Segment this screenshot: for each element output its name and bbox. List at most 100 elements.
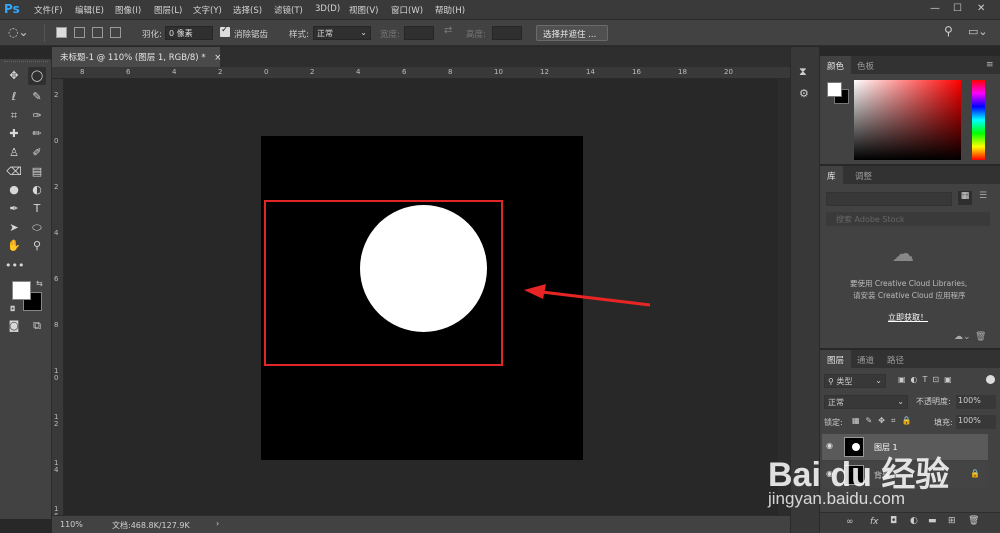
creative-cloud-icon: ☁	[892, 242, 914, 267]
menu-window[interactable]: 窗口(W)	[391, 4, 423, 16]
status-arrow-icon[interactable]: ›	[216, 519, 219, 528]
default-colors-icon[interactable]: ◘	[10, 305, 16, 313]
panel-menu-icon[interactable]: ≡	[986, 60, 994, 70]
h-ruler-label: 2	[218, 68, 223, 76]
menu-type[interactable]: 文字(Y)	[193, 4, 222, 16]
healing-brush-tool-icon[interactable]: ✚	[5, 125, 23, 143]
path-select-tool-icon[interactable]: ➤	[5, 219, 23, 237]
fg-swatch[interactable]	[827, 82, 842, 97]
opacity-field[interactable]: 100%	[956, 395, 996, 409]
menu-3d[interactable]: 3D(D)	[315, 4, 340, 14]
document-tab[interactable]: 未标题-1 @ 110% (图层 1, RGB/8) * ×	[52, 47, 221, 67]
layer-filter-icons[interactable]: ▣◐T⊡▣	[898, 375, 957, 384]
menu-edit[interactable]: 编辑(E)	[75, 4, 104, 16]
close-button[interactable]: ✕	[977, 3, 985, 14]
fill-field[interactable]: 100%	[956, 415, 996, 429]
menu-file[interactable]: 文件(F)	[34, 4, 63, 16]
tab-close-icon[interactable]: ×	[214, 53, 221, 63]
more-tools-icon[interactable]: •••	[5, 257, 24, 275]
toolbar-grip	[4, 61, 48, 65]
menu-help[interactable]: 帮助(H)	[435, 4, 465, 16]
tab-adjustments[interactable]: 调整	[848, 166, 879, 184]
library-cloud-icon[interactable]: ☁⌄	[954, 332, 971, 342]
library-select[interactable]	[826, 192, 952, 206]
feather-label: 羽化:	[142, 30, 162, 40]
height-field[interactable]	[492, 26, 522, 40]
quick-mask-icon[interactable]: ◙	[5, 317, 23, 335]
swap-colors-icon[interactable]: ⇆	[36, 279, 43, 288]
grid-view-icon[interactable]: ▦	[958, 191, 972, 205]
eyedropper-tool-icon[interactable]: ✑	[28, 107, 46, 125]
baidu-watermark: Bai du 经验 jingyan.baidu.com	[760, 443, 1000, 533]
pen-tool-icon[interactable]: ✒	[5, 200, 23, 218]
crop-tool-icon[interactable]: ⌗	[5, 107, 23, 125]
layer-filter-select[interactable]: ⚲ 类型 ⌄	[824, 374, 886, 388]
hand-tool-icon[interactable]: ✋	[5, 237, 23, 255]
options-bar: ◌⌄ 羽化: 0 像素 ✓ 消除锯齿 样式: 正常 ⌄ 宽度: ⇄ 高度: 选择并…	[0, 20, 1000, 46]
tab-swatches[interactable]: 色板	[850, 56, 881, 74]
hue-slider[interactable]	[972, 80, 985, 160]
swap-icon[interactable]: ⇄	[444, 25, 452, 36]
screen-mode-icon[interactable]: ⧉	[28, 317, 46, 335]
eraser-tool-icon[interactable]: ⌫	[5, 163, 23, 181]
width-field[interactable]	[404, 26, 434, 40]
color-picker-field[interactable]	[854, 80, 961, 160]
color-panel: 颜色 色板 ≡	[820, 56, 1000, 164]
new-selection-icon[interactable]	[56, 27, 67, 38]
minimize-button[interactable]: —	[930, 3, 940, 14]
ellipse-marquee-preset-icon[interactable]: ◌⌄	[8, 25, 29, 39]
tab-channels[interactable]: 通道	[850, 350, 881, 368]
h-ruler-label: 10	[494, 68, 503, 76]
h-ruler-label: 6	[126, 68, 131, 76]
tab-libraries[interactable]: 库	[820, 166, 843, 184]
get-it-now-link[interactable]: 立即获取！	[888, 312, 928, 323]
zoom-level[interactable]: 110%	[60, 520, 83, 529]
add-selection-icon[interactable]	[74, 27, 85, 38]
dodge-tool-icon[interactable]: ◐	[28, 181, 46, 199]
clone-stamp-tool-icon[interactable]: ♙	[5, 144, 23, 162]
blend-mode-select[interactable]: 正常 ⌄	[824, 395, 908, 409]
move-tool-icon[interactable]: ✥	[5, 67, 23, 85]
history-panel-icon[interactable]: ⧗	[799, 65, 807, 79]
antialias-checkbox[interactable]: ✓	[220, 25, 230, 37]
search-icon[interactable]: ⚲	[944, 24, 953, 38]
list-view-icon[interactable]: ☰	[976, 191, 990, 205]
maximize-button[interactable]: ☐	[953, 3, 962, 14]
lock-icons[interactable]: ▦✎✥⌗🔒	[852, 416, 917, 426]
h-ruler-label: 4	[172, 68, 177, 76]
menu-filter[interactable]: 滤镜(T)	[274, 4, 303, 16]
zoom-tool-icon[interactable]: ⚲	[28, 237, 46, 255]
type-tool-icon[interactable]: T	[28, 200, 46, 218]
style-select[interactable]: 正常 ⌄	[313, 26, 371, 40]
menu-view[interactable]: 视图(V)	[349, 4, 378, 16]
quick-select-tool-icon[interactable]: ✎	[28, 88, 46, 106]
tab-paths[interactable]: 路径	[880, 350, 911, 368]
foreground-color-swatch[interactable]	[12, 281, 31, 300]
filter-toggle-icon[interactable]	[986, 375, 995, 384]
menu-image[interactable]: 图像(I)	[115, 4, 141, 16]
brush-tool-icon[interactable]: ✏	[28, 125, 46, 143]
lasso-tool-icon[interactable]: ℓ	[5, 88, 23, 106]
h-ruler-label: 14	[586, 68, 595, 76]
gradient-tool-icon[interactable]: ▤	[28, 163, 46, 181]
select-and-mask-button[interactable]: 选择并遮住 ...	[536, 25, 608, 41]
history-brush-tool-icon[interactable]: ✐	[28, 144, 46, 162]
h-ruler-label: 6	[402, 68, 407, 76]
tab-color[interactable]: 颜色	[820, 56, 852, 74]
ellipse-shape-tool-icon[interactable]: ⬭	[28, 219, 46, 237]
library-trash-icon[interactable]: 🗑	[975, 332, 986, 342]
stock-search-input[interactable]: 搜索 Adobe Stock	[826, 212, 990, 226]
feather-field[interactable]: 0 像素	[165, 26, 213, 40]
ellipse-marquee-tool-icon[interactable]: ◯	[28, 67, 46, 85]
intersect-selection-icon[interactable]	[110, 27, 121, 38]
v-ruler-label: 0	[54, 137, 59, 145]
menu-select[interactable]: 选择(S)	[233, 4, 262, 16]
cc-message-line2: 请安装 Creative Cloud 应用程序	[853, 291, 966, 300]
blur-tool-icon[interactable]: ●	[5, 181, 23, 199]
workspace-icon[interactable]: ▭⌄	[968, 25, 988, 38]
subtract-selection-icon[interactable]	[92, 27, 103, 38]
menu-layer[interactable]: 图层(L)	[154, 4, 182, 16]
tab-layers[interactable]: 图层	[820, 350, 852, 368]
properties-panel-icon[interactable]: ⚙	[799, 87, 809, 100]
v-ruler-label: 12	[54, 413, 59, 428]
